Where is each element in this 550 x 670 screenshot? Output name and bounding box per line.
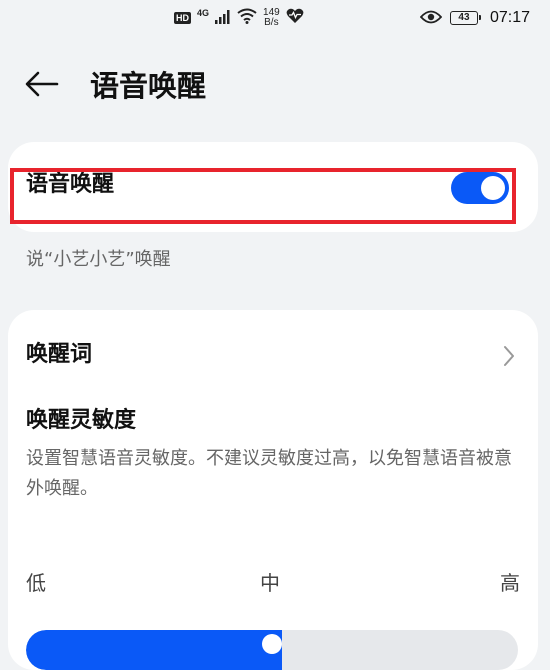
battery-icon: 43 bbox=[449, 11, 481, 25]
sensitivity-title: 唤醒灵敏度 bbox=[26, 408, 137, 433]
page-title: 语音唤醒 bbox=[90, 69, 207, 103]
wifi-icon bbox=[237, 8, 257, 28]
wake-settings-card: 唤醒词 唤醒灵敏度 设置智慧语音灵敏度。不建议灵敏度过高，以免智慧语音被意外唤醒… bbox=[8, 310, 538, 670]
level-low-label: 低 bbox=[26, 571, 46, 595]
header: 语音唤醒 bbox=[0, 56, 550, 116]
voice-wake-row[interactable]: 语音唤醒 bbox=[8, 164, 538, 210]
sensitivity-description: 设置智慧语音灵敏度。不建议灵敏度过高，以免智慧语音被意外唤醒。 bbox=[26, 448, 512, 499]
switch-knob bbox=[481, 176, 505, 200]
eye-icon bbox=[419, 9, 443, 28]
network-speed-unit: B/s bbox=[264, 17, 279, 28]
hd-badge: HD bbox=[174, 12, 191, 24]
level-high-label: 高 bbox=[500, 571, 520, 595]
voice-wake-label: 语音唤醒 bbox=[26, 172, 115, 197]
signal-icon bbox=[215, 9, 231, 28]
status-bar: HD 4G 149 B/s 43 07:17 bbox=[0, 0, 550, 36]
network-type: 4G bbox=[197, 8, 210, 18]
chevron-right-icon bbox=[500, 344, 518, 368]
clock: 07:17 bbox=[489, 9, 530, 26]
network-speed: 149 B/s bbox=[263, 8, 280, 28]
sensitivity-slider[interactable] bbox=[26, 630, 518, 670]
battery-level: 43 bbox=[458, 12, 470, 23]
slider-fill bbox=[26, 630, 282, 670]
status-indicators: HD 4G 149 B/s bbox=[174, 5, 304, 31]
voice-wake-description: 说“小艺小艺”唤醒 bbox=[26, 249, 171, 270]
voice-wake-switch[interactable] bbox=[451, 172, 509, 204]
back-button[interactable] bbox=[22, 68, 62, 104]
slider-thumb[interactable] bbox=[262, 634, 282, 654]
health-heart-icon bbox=[286, 8, 304, 28]
voice-wake-card: 语音唤醒 bbox=[8, 142, 538, 232]
status-right: 43 07:17 bbox=[419, 5, 530, 31]
back-arrow-icon bbox=[25, 71, 59, 101]
wake-word-label: 唤醒词 bbox=[26, 342, 93, 367]
level-mid-label: 中 bbox=[260, 571, 280, 595]
wake-word-row[interactable]: 唤醒词 bbox=[8, 332, 538, 380]
